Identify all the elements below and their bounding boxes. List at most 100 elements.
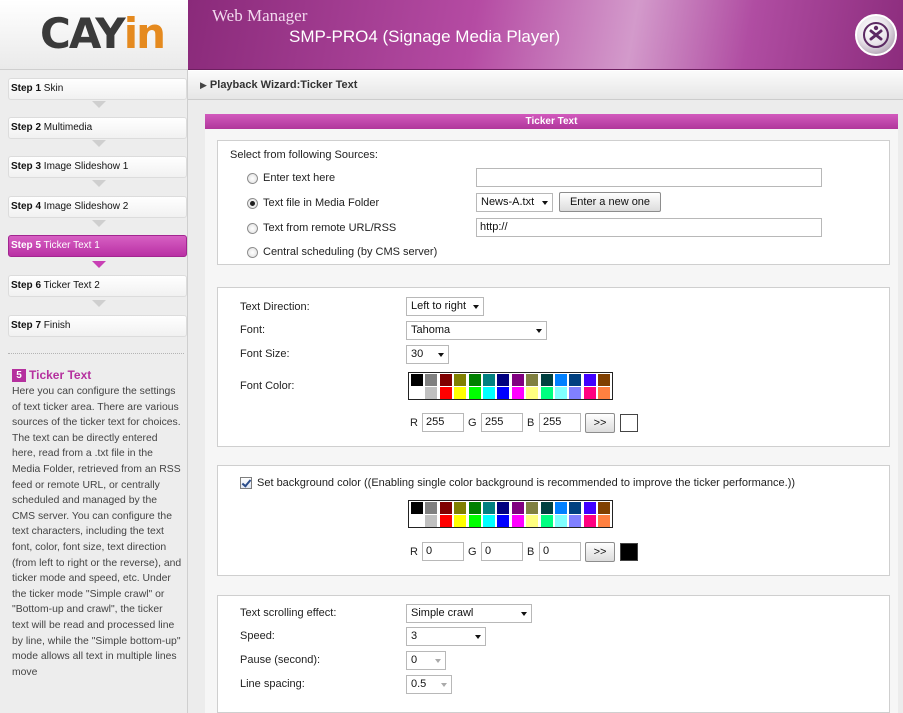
sources-heading: Select from following Sources: [230,149,378,161]
step-arrow [92,300,106,307]
color-swatch-cell[interactable] [555,502,567,514]
text-direction-select[interactable]: Left to right [406,297,484,316]
color-swatch-cell[interactable] [569,515,582,527]
color-swatch-cell[interactable] [468,502,481,514]
radio-text-file[interactable] [247,198,258,209]
color-swatch-cell[interactable] [583,502,596,514]
color-swatch-cell[interactable] [583,374,596,386]
color-swatch-cell[interactable] [569,374,582,386]
label-remote-url: Text from remote URL/RSS [263,222,397,234]
step-ticker-text-2[interactable]: Step 6 Ticker Text 2 [8,275,187,297]
font-color-label: Font Color: [240,380,295,392]
background-color-checkbox[interactable] [240,477,252,489]
radio-central-scheduling[interactable] [247,247,258,258]
url-input[interactable]: http:// [476,218,822,237]
color-swatch-cell[interactable] [526,502,539,514]
color-swatch-cell[interactable] [598,515,611,527]
color-swatch-cell[interactable] [425,387,438,399]
bg-r-input[interactable]: 0 [422,542,464,561]
color-swatch-cell[interactable] [511,374,524,386]
color-swatch-cell[interactable] [483,502,495,514]
step-skin[interactable]: Step 1 Skin [8,78,187,100]
color-swatch-cell[interactable] [468,374,481,386]
color-swatch-cell[interactable] [555,374,567,386]
color-swatch-cell[interactable] [583,515,596,527]
color-swatch-cell[interactable] [497,387,510,399]
color-swatch-cell[interactable] [555,387,567,399]
color-swatch-cell[interactable] [526,374,539,386]
color-swatch-cell[interactable] [511,502,524,514]
speed-label: Speed: [240,630,275,642]
color-swatch-cell[interactable] [598,387,611,399]
bg-g-input[interactable]: 0 [481,542,523,561]
color-swatch-cell[interactable] [411,502,423,514]
color-swatch-cell[interactable] [454,374,467,386]
color-swatch-cell[interactable] [454,515,467,527]
step-image-slideshow-1[interactable]: Step 3 Image Slideshow 1 [8,156,187,178]
color-swatch-cell[interactable] [540,374,553,386]
color-swatch-cell[interactable] [540,502,553,514]
font-g-input[interactable]: 255 [481,413,523,432]
color-swatch-cell[interactable] [511,387,524,399]
color-swatch-cell[interactable] [497,515,510,527]
exit-icon[interactable] [855,14,897,56]
step-finish[interactable]: Step 7 Finish [8,315,187,337]
line-spacing-select[interactable]: 0.5 [406,675,452,694]
color-swatch-cell[interactable] [439,515,452,527]
color-swatch-cell[interactable] [497,502,510,514]
color-swatch-cell[interactable] [526,515,539,527]
color-swatch-cell[interactable] [454,387,467,399]
color-swatch-cell[interactable] [598,374,611,386]
scrolling-effect-label: Text scrolling effect: [240,607,337,619]
step-ticker-text-1[interactable]: Step 5 Ticker Text 1 [8,235,187,257]
color-swatch-cell[interactable] [483,515,495,527]
step-multimedia[interactable]: Step 2 Multimedia [8,117,187,139]
color-swatch-cell[interactable] [511,515,524,527]
color-swatch-cell[interactable] [439,502,452,514]
color-swatch-cell[interactable] [411,374,423,386]
color-swatch-cell[interactable] [483,374,495,386]
step-number-badge: 5 [12,369,26,382]
bg-b-input[interactable]: 0 [539,542,581,561]
color-swatch-cell[interactable] [569,502,582,514]
background-color-palette[interactable] [408,500,613,528]
color-swatch-cell[interactable] [411,387,423,399]
color-swatch-cell[interactable] [483,387,495,399]
color-swatch-cell[interactable] [497,374,510,386]
font-size-select[interactable]: 30 [406,345,449,364]
color-swatch-cell[interactable] [425,502,438,514]
color-swatch-cell[interactable] [598,502,611,514]
font-r-input[interactable]: 255 [422,413,464,432]
enter-new-one-button[interactable]: Enter a new one [559,192,661,212]
apply-font-color-button[interactable]: >> [585,413,615,433]
color-swatch-cell[interactable] [425,374,438,386]
label-enter-text: Enter text here [263,172,336,184]
apply-bg-color-button[interactable]: >> [585,542,615,562]
color-swatch-cell[interactable] [569,387,582,399]
step-image-slideshow-2[interactable]: Step 4 Image Slideshow 2 [8,196,187,218]
color-swatch-cell[interactable] [540,515,553,527]
font-select[interactable]: Tahoma [406,321,547,340]
color-swatch-cell[interactable] [439,374,452,386]
radio-enter-text[interactable] [247,173,258,184]
font-color-palette[interactable] [408,372,613,400]
font-b-input[interactable]: 255 [539,413,581,432]
color-swatch-cell[interactable] [425,515,438,527]
enter-text-input[interactable] [476,168,822,187]
color-swatch-cell[interactable] [583,387,596,399]
line-spacing-label: Line spacing: [240,678,305,690]
color-swatch-cell[interactable] [454,502,467,514]
color-swatch-cell[interactable] [540,387,553,399]
color-swatch-cell[interactable] [411,515,423,527]
scrolling-effect-select[interactable]: Simple crawl [406,604,532,623]
color-swatch-cell[interactable] [468,515,481,527]
color-swatch-cell[interactable] [468,387,481,399]
color-swatch-cell[interactable] [555,515,567,527]
color-swatch-cell[interactable] [526,387,539,399]
speed-select[interactable]: 3 [406,627,486,646]
chevron-down-icon [542,201,548,205]
media-file-select[interactable]: News-A.txt [476,193,553,212]
radio-remote-url[interactable] [247,223,258,234]
pause-select[interactable]: 0 [406,651,446,670]
color-swatch-cell[interactable] [439,387,452,399]
